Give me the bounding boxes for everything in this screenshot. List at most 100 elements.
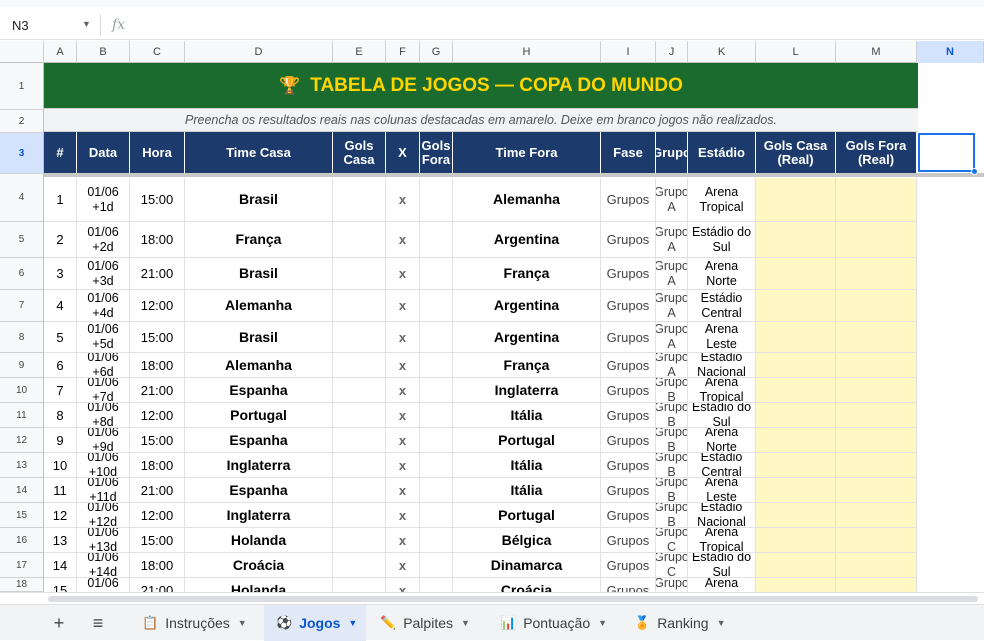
cell-estadio[interactable]: Estádio Nacional: [688, 503, 756, 528]
cell-grupo[interactable]: Grupo C: [656, 528, 688, 553]
cell-hora[interactable]: 21:00: [130, 258, 185, 290]
cell-gols-casa[interactable]: [333, 478, 386, 503]
cell-gols-casa[interactable]: [333, 553, 386, 578]
cell-gols-casa-real[interactable]: [756, 222, 836, 258]
cell-gols-casa[interactable]: [333, 453, 386, 478]
row-header-1[interactable]: 1: [0, 63, 44, 110]
name-box-dropdown-icon[interactable]: ▼: [82, 19, 91, 29]
cell-gols-casa[interactable]: [333, 290, 386, 322]
cell-grupo[interactable]: Grupo B: [656, 428, 688, 453]
cell-grupo[interactable]: Grupo C: [656, 578, 688, 592]
cell-num[interactable]: 11: [44, 478, 77, 503]
name-box[interactable]: N3: [12, 18, 29, 33]
tab-jogos[interactable]: ⚽ Jogos ▼: [264, 605, 366, 641]
cell-gols-casa[interactable]: [333, 322, 386, 353]
column-header-l[interactable]: L: [756, 41, 836, 63]
selected-cell-n3[interactable]: [918, 133, 975, 172]
cell-fase[interactable]: Grupos: [601, 478, 656, 503]
column-header-h[interactable]: H: [453, 41, 601, 63]
header-num[interactable]: #: [44, 132, 77, 173]
cell-time-casa[interactable]: Holanda: [185, 578, 333, 592]
cell-x[interactable]: x: [386, 322, 420, 353]
row-header-12[interactable]: 12: [0, 428, 44, 453]
cell-time-fora[interactable]: Itália: [453, 478, 601, 503]
cell-time-casa[interactable]: Brasil: [185, 178, 333, 222]
cell-estadio[interactable]: Arena Tropical: [688, 378, 756, 403]
cell-estadio[interactable]: Arena Norte: [688, 258, 756, 290]
header-gols-casa-real[interactable]: Gols Casa (Real): [756, 132, 836, 173]
cell-gols-fora-real[interactable]: [836, 428, 917, 453]
cell-gols-casa-real[interactable]: [756, 528, 836, 553]
cell-gols-fora[interactable]: [420, 528, 453, 553]
cell-gols-fora-real[interactable]: [836, 528, 917, 553]
cell-time-fora[interactable]: Dinamarca: [453, 553, 601, 578]
cell-grupo[interactable]: Grupo B: [656, 478, 688, 503]
cell-gols-fora[interactable]: [420, 553, 453, 578]
cell-gols-casa[interactable]: [333, 378, 386, 403]
tab-palpites[interactable]: ✏️ Palpites ▼: [368, 605, 486, 641]
cell-gols-fora[interactable]: [420, 322, 453, 353]
row-header-3[interactable]: 3: [0, 133, 44, 174]
row-header-15[interactable]: 15: [0, 503, 44, 528]
cell-data[interactable]: 01/06 +8d: [77, 403, 130, 428]
cell-time-casa[interactable]: Holanda: [185, 528, 333, 553]
cell-gols-casa[interactable]: [333, 578, 386, 592]
row-header-8[interactable]: 8: [0, 322, 44, 353]
row-header-10[interactable]: 10: [0, 378, 44, 403]
cell-data[interactable]: 01/06 +10d: [77, 453, 130, 478]
cell-time-fora[interactable]: Argentina: [453, 222, 601, 258]
cell-gols-casa[interactable]: [333, 353, 386, 378]
cell-num[interactable]: 15: [44, 578, 77, 592]
cell-time-casa[interactable]: Portugal: [185, 403, 333, 428]
column-header-k[interactable]: K: [688, 41, 756, 63]
header-estadio[interactable]: Estádio: [688, 132, 756, 173]
cell-gols-fora-real[interactable]: [836, 578, 917, 592]
cell-gols-casa[interactable]: [333, 528, 386, 553]
cell-gols-fora[interactable]: [420, 403, 453, 428]
cell-estadio[interactable]: Arena Norte: [688, 428, 756, 453]
header-hora[interactable]: Hora: [130, 132, 185, 173]
cell-x[interactable]: x: [386, 378, 420, 403]
cell-time-fora[interactable]: Argentina: [453, 290, 601, 322]
cell-gols-fora[interactable]: [420, 258, 453, 290]
header-gols-casa[interactable]: Gols Casa: [333, 132, 386, 173]
cell-estadio[interactable]: Estádio do Sul: [688, 553, 756, 578]
cell-grupo[interactable]: Grupo C: [656, 553, 688, 578]
cell-num[interactable]: 12: [44, 503, 77, 528]
cell-gols-casa[interactable]: [333, 258, 386, 290]
cell-gols-fora-real[interactable]: [836, 178, 917, 222]
cell-x[interactable]: x: [386, 478, 420, 503]
row-header-9[interactable]: 9: [0, 353, 44, 378]
cell-grupo[interactable]: Grupo A: [656, 178, 688, 222]
cell-hora[interactable]: 12:00: [130, 503, 185, 528]
cell-num[interactable]: 2: [44, 222, 77, 258]
cell-estadio[interactable]: Arena Norte: [688, 578, 756, 592]
cell-data[interactable]: 01/06 +1d: [77, 178, 130, 222]
cell-grupo[interactable]: Grupo A: [656, 290, 688, 322]
tab-pontuacao[interactable]: 📊 Pontuação ▼: [488, 605, 620, 641]
cell-num[interactable]: 14: [44, 553, 77, 578]
cell-x[interactable]: x: [386, 222, 420, 258]
row-header-14[interactable]: 14: [0, 478, 44, 503]
column-header-e[interactable]: E: [333, 41, 386, 63]
cell-data[interactable]: 01/06 +3d: [77, 258, 130, 290]
cell-gols-fora[interactable]: [420, 478, 453, 503]
header-x[interactable]: X: [386, 132, 420, 173]
cell-num[interactable]: 3: [44, 258, 77, 290]
cell-hora[interactable]: 15:00: [130, 528, 185, 553]
cell-time-fora[interactable]: Inglaterra: [453, 378, 601, 403]
cell-hora[interactable]: 12:00: [130, 403, 185, 428]
header-time-fora[interactable]: Time Fora: [453, 132, 601, 173]
row-header-4[interactable]: 4: [0, 174, 44, 222]
sheet-title-banner[interactable]: 🏆 TABELA DE JOGOS — COPA DO MUNDO: [44, 63, 918, 109]
column-header-d[interactable]: D: [185, 41, 333, 63]
cell-data[interactable]: 01/06 +6d: [77, 353, 130, 378]
column-header-a[interactable]: A: [44, 41, 77, 63]
cell-time-fora[interactable]: Croácia: [453, 578, 601, 592]
cell-fase[interactable]: Grupos: [601, 528, 656, 553]
cell-x[interactable]: x: [386, 178, 420, 222]
cell-data[interactable]: 01/06 +14d: [77, 553, 130, 578]
cell-time-fora[interactable]: Itália: [453, 403, 601, 428]
cell-gols-casa-real[interactable]: [756, 353, 836, 378]
cell-estadio[interactable]: Arena Tropical: [688, 528, 756, 553]
